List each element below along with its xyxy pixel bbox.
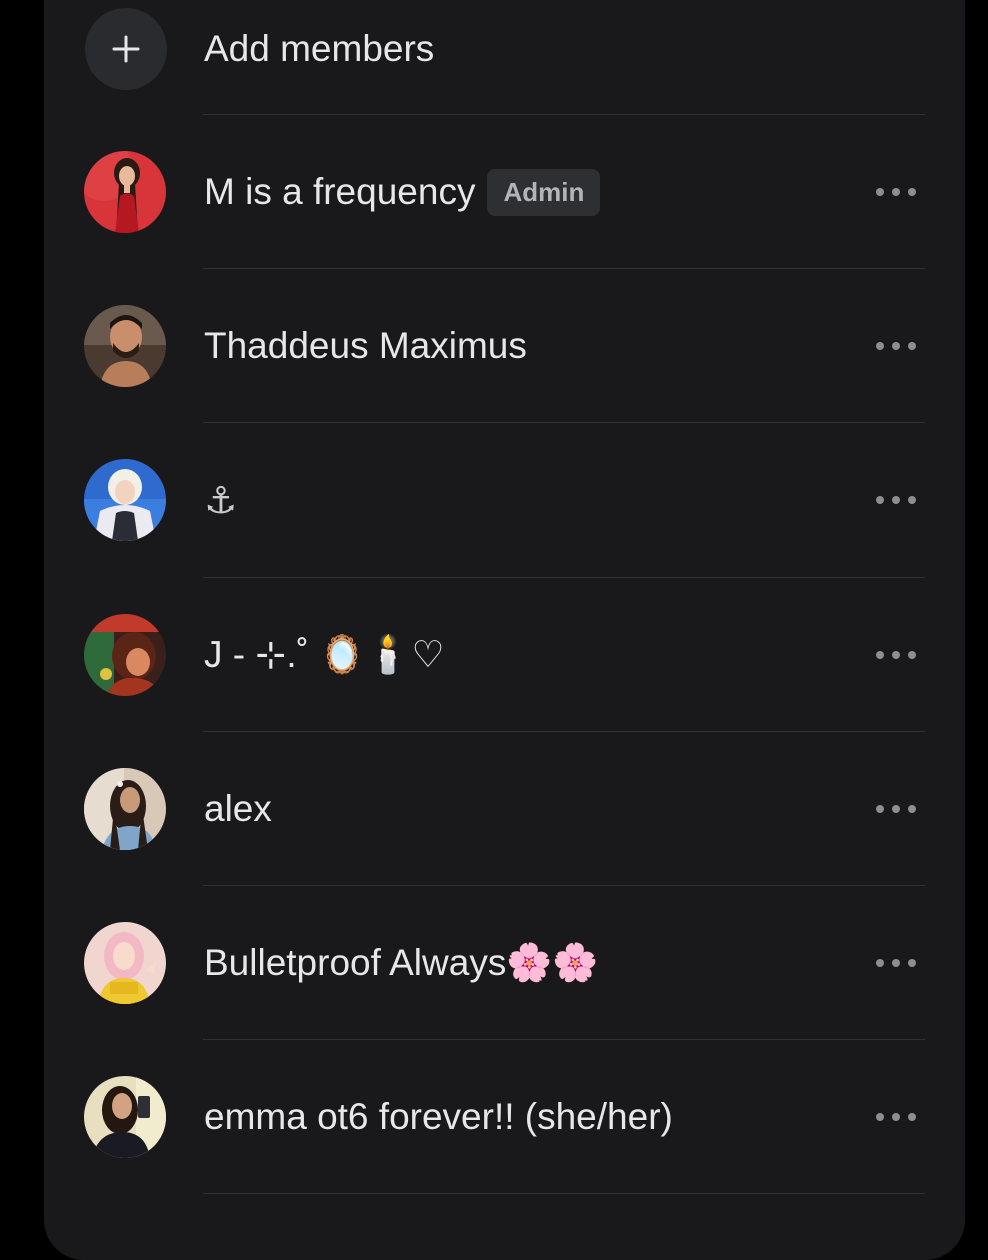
avatar[interactable] xyxy=(84,305,166,387)
more-horizontal-icon[interactable] xyxy=(876,187,916,197)
member-name: M is a frequency xyxy=(204,171,476,212)
more-horizontal-icon[interactable] xyxy=(876,650,916,660)
member-name: Bulletproof Always🌸🌸 xyxy=(204,941,599,983)
member-name: emma ot6 forever!! (she/her) xyxy=(204,1096,673,1137)
member-row[interactable]: emma ot6 forever!! (she/her) xyxy=(84,1040,926,1194)
member-row[interactable]: alex xyxy=(84,732,926,886)
member-row[interactable]: J - ⊹.˚ 🪞🕯️♡ xyxy=(84,578,926,732)
member-row[interactable]: M is a frequency Admin xyxy=(84,115,926,269)
member-name: Thaddeus Maximus xyxy=(204,325,527,366)
admin-badge: Admin xyxy=(487,168,601,216)
avatar[interactable] xyxy=(84,151,166,233)
more-horizontal-icon[interactable] xyxy=(876,958,916,968)
avatar[interactable] xyxy=(84,459,166,541)
member-row[interactable]: ⚓ xyxy=(84,423,926,577)
member-name: alex xyxy=(204,788,272,829)
member-row[interactable]: Bulletproof Always🌸🌸 xyxy=(84,886,926,1040)
more-horizontal-icon[interactable] xyxy=(876,1112,916,1122)
avatar[interactable] xyxy=(84,614,166,696)
member-name: ⚓ xyxy=(204,479,238,521)
more-horizontal-icon[interactable] xyxy=(876,495,916,505)
member-name: J - ⊹.˚ 🪞🕯️♡ xyxy=(204,634,445,675)
more-horizontal-icon[interactable] xyxy=(876,341,916,351)
member-row[interactable]: Thaddeus Maximus xyxy=(84,269,926,423)
more-horizontal-icon[interactable] xyxy=(876,804,916,814)
avatar[interactable] xyxy=(84,922,166,1004)
add-members-circle[interactable] xyxy=(85,8,167,90)
add-members-label: Add members xyxy=(204,28,435,69)
plus-icon xyxy=(112,35,140,63)
add-members-button[interactable]: Add members xyxy=(84,0,926,100)
divider xyxy=(203,1193,925,1194)
avatar[interactable] xyxy=(84,768,166,850)
avatar[interactable] xyxy=(84,1076,166,1158)
